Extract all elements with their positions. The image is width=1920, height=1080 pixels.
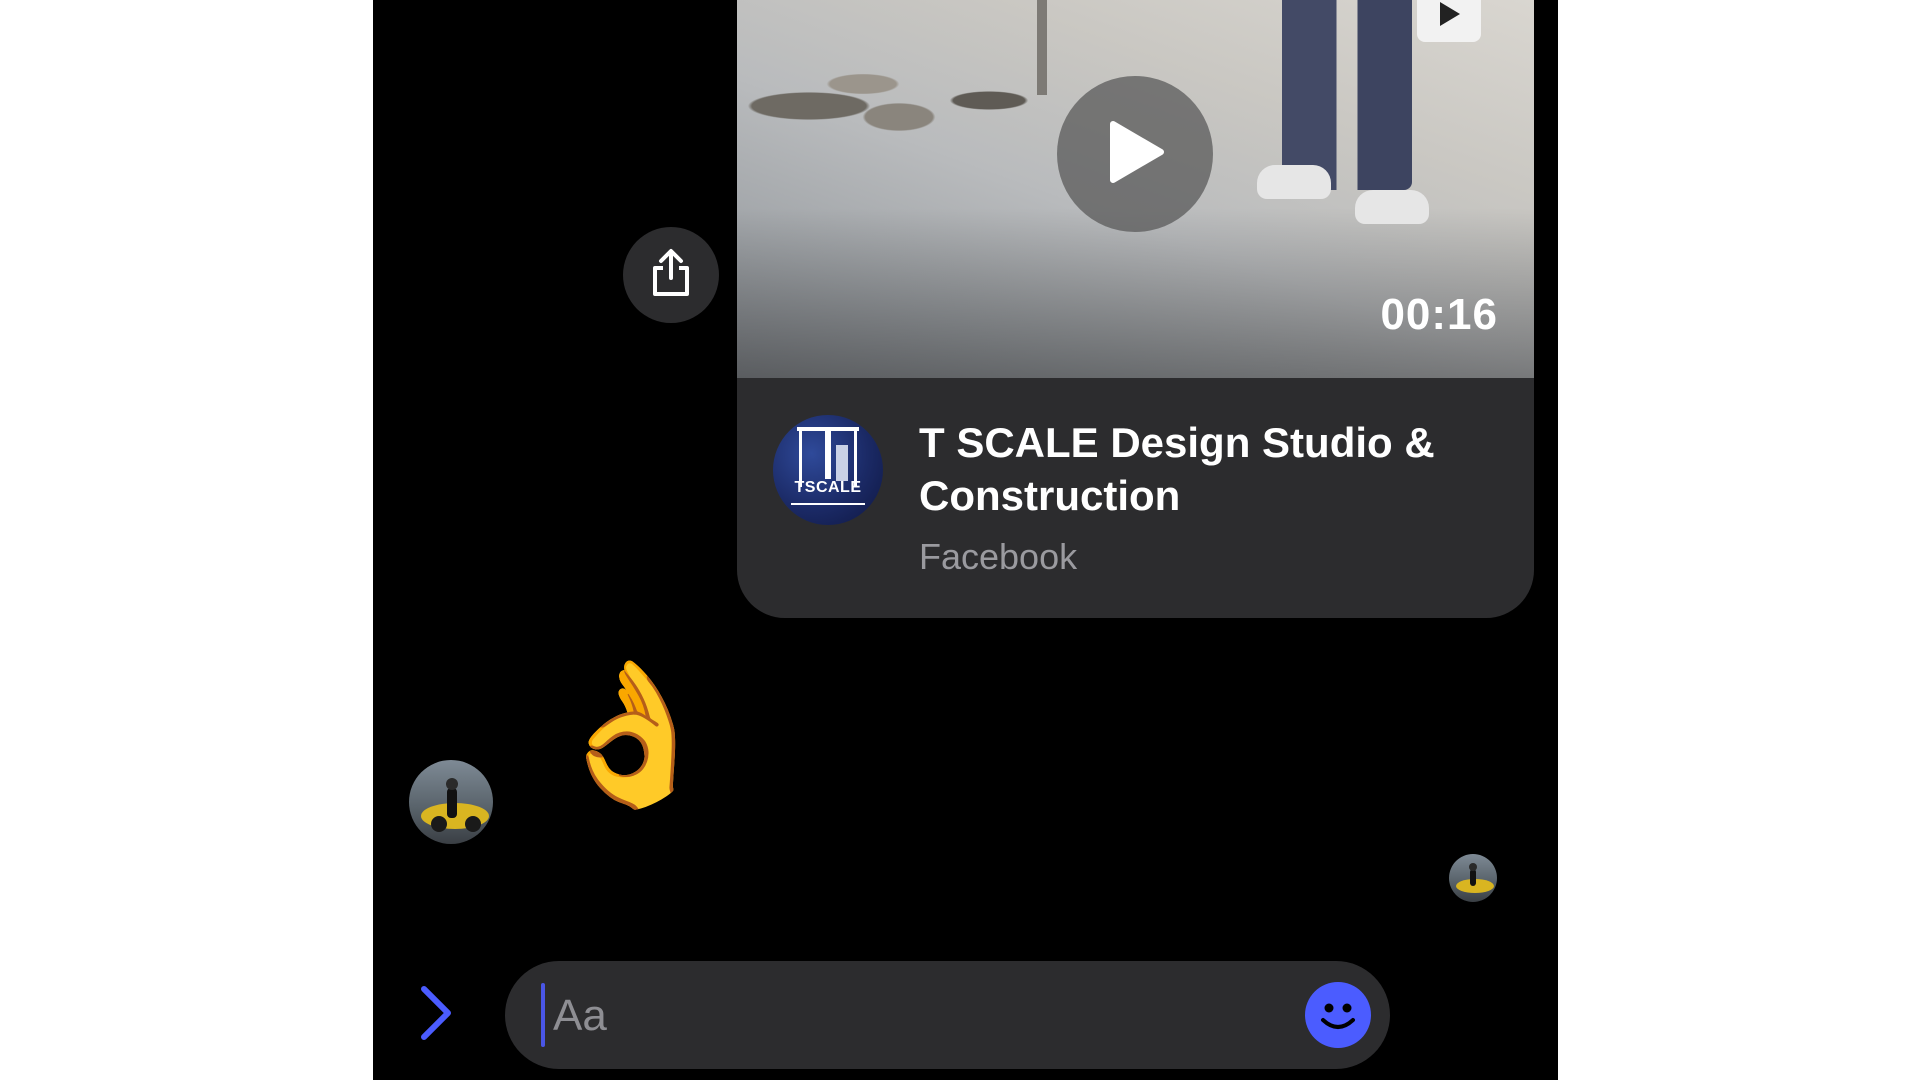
play-button[interactable] (1057, 76, 1213, 232)
expand-actions-button[interactable] (413, 985, 459, 1045)
video-scene-shoe (1355, 190, 1429, 224)
video-scene-rubble (737, 40, 1097, 150)
page-logo: TSCALE (773, 415, 883, 525)
message-input[interactable] (551, 979, 1255, 1053)
seen-receipt-avatar (1449, 854, 1497, 902)
chevron-right-icon (419, 985, 453, 1046)
play-icon (1105, 120, 1165, 189)
video-scene-person (1282, 0, 1412, 190)
emoji-picker-button[interactable] (1305, 982, 1371, 1048)
smiley-icon (1305, 1003, 1371, 1052)
text-cursor (541, 983, 545, 1047)
page-name[interactable]: T SCALE Design Studio & Construction (919, 416, 1499, 522)
page-logo-text: TSCALE (794, 479, 862, 496)
quick-reaction-button[interactable]: 😄 (1441, 976, 1519, 1054)
message-composer[interactable] (505, 961, 1390, 1069)
received-emoji-message[interactable]: 👌 (545, 664, 719, 804)
share-icon (649, 248, 693, 303)
share-button[interactable] (623, 227, 719, 323)
video-badge-icon (1417, 0, 1481, 42)
video-scene-shoe (1257, 165, 1331, 199)
video-duration: 00:16 (1380, 290, 1498, 339)
sender-avatar[interactable] (409, 760, 493, 844)
video-thumbnail[interactable]: 00:16 (737, 0, 1534, 378)
shared-post-info[interactable]: TSCALE T SCALE Design Studio & Construct… (737, 378, 1534, 618)
chat-screen: 00:16 TSCALE T SCALE Design Studio & Con… (373, 0, 1558, 1080)
post-source: Facebook (919, 536, 1078, 577)
shared-video-card[interactable]: 00:16 TSCALE T SCALE Design Studio & Con… (737, 0, 1534, 618)
